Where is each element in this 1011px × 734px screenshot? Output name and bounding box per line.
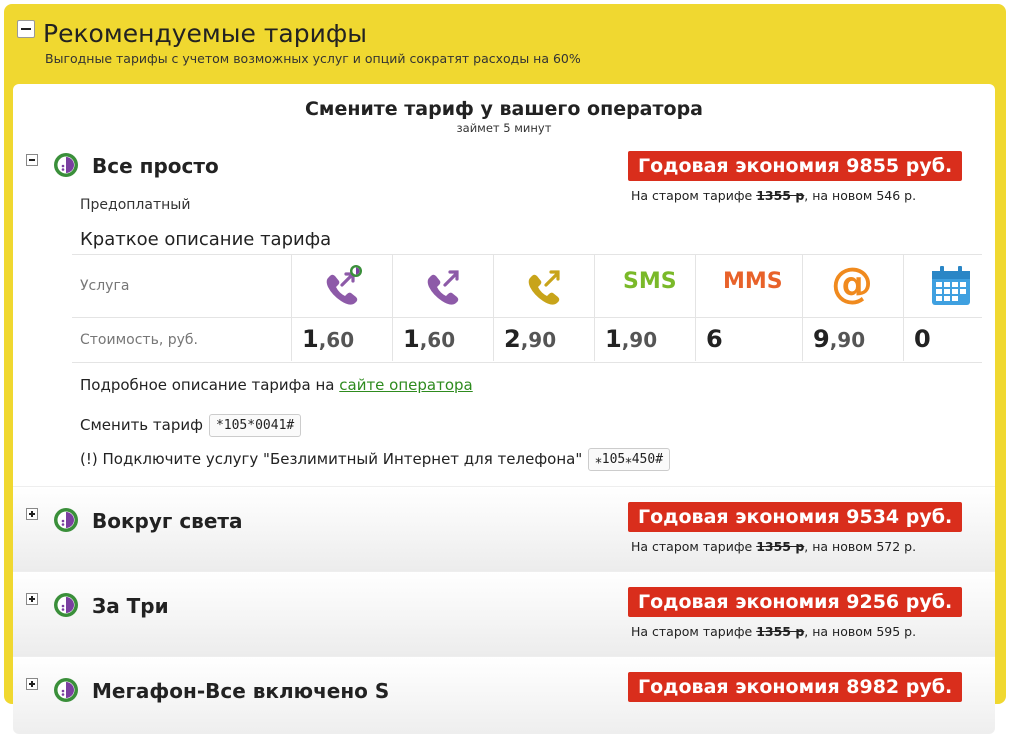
cta-title: Смените тариф у вашего оператора bbox=[304, 98, 703, 120]
calendar-icon bbox=[932, 266, 970, 305]
unlimited-internet-code[interactable]: ⁎105⁎450# bbox=[588, 448, 671, 471]
service-price: 1,90 bbox=[605, 325, 658, 353]
price-comparison: На старом тарифе 1355 р, на новом 546 р. bbox=[631, 188, 917, 203]
service-cell-internet: @ 9,90 bbox=[802, 255, 903, 361]
new-price: 572 р. bbox=[876, 539, 917, 554]
operator-site-link[interactable]: сайте оператора bbox=[339, 376, 472, 394]
expand-tariff-button[interactable] bbox=[26, 593, 38, 605]
annual-saving-badge: Годовая экономия 8982 руб. bbox=[628, 672, 963, 702]
service-cell-calendar: 0 bbox=[903, 255, 982, 361]
change-tariff-code[interactable]: *105*0041# bbox=[208, 414, 302, 437]
tariff-name[interactable]: Вокруг света bbox=[92, 509, 243, 533]
section-subtitle: Выгодные тарифы с учетом возможных услуг… bbox=[45, 51, 581, 66]
old-price: 1355 р bbox=[756, 624, 805, 639]
cta-subtitle: займет 5 минут bbox=[456, 121, 552, 135]
megafon-logo-icon bbox=[54, 593, 78, 617]
collapse-section-button[interactable] bbox=[17, 20, 35, 38]
tariff-name[interactable]: За Три bbox=[92, 594, 169, 618]
tariff-name[interactable]: Мегафон-Все включено S bbox=[92, 679, 389, 703]
service-cell-call-other: 2,90 bbox=[493, 255, 594, 361]
price-comparison: На старом тарифе 1355 р, на новом 572 р. bbox=[631, 539, 917, 554]
tariff-list-panel: Смените тариф у вашего оператора займет … bbox=[13, 84, 995, 734]
call-in-network-icon bbox=[326, 265, 362, 305]
service-cell-call-in-network: 1,60 bbox=[291, 255, 392, 361]
tariff-item-collapsed[interactable]: За Три Годовая экономия 9256 руб. На ста… bbox=[13, 571, 995, 657]
old-price: 1355 р bbox=[756, 539, 805, 554]
service-cell-call-out: 1,60 bbox=[392, 255, 493, 361]
megafon-logo-icon bbox=[54, 153, 78, 177]
tariff-item-collapsed[interactable]: Вокруг света Годовая экономия 9534 руб. … bbox=[13, 486, 995, 572]
unlimited-internet-note: (!) Подключите услугу "Безлимитный Интер… bbox=[80, 448, 671, 471]
service-cell-mms: MMS 6 bbox=[695, 255, 802, 361]
mms-icon: MMS bbox=[723, 269, 783, 294]
annual-saving-badge: Годовая экономия 9534 руб. bbox=[628, 502, 963, 532]
tariff-item-collapsed[interactable]: Мегафон-Все включено S Годовая экономия … bbox=[13, 656, 995, 734]
recommended-tariffs-panel: Рекомендуемые тарифы Выгодные тарифы с у… bbox=[4, 4, 1006, 734]
service-price: 1,60 bbox=[403, 325, 456, 353]
services-table: Услуга Стоимость, руб. 1,60 1,60 2,90 SM… bbox=[72, 254, 982, 363]
collapse-tariff-button[interactable] bbox=[26, 154, 38, 166]
old-price: 1355 р bbox=[756, 188, 805, 203]
megafon-logo-icon bbox=[54, 678, 78, 702]
service-price: 0 bbox=[914, 325, 931, 353]
call-out-icon bbox=[427, 270, 459, 305]
annual-saving-badge: Годовая экономия 9855 руб. bbox=[628, 151, 963, 181]
sms-icon: SMS bbox=[623, 269, 677, 294]
new-price: 546 р. bbox=[876, 188, 917, 203]
price-comparison: На старом тарифе 1355 р, на новом 595 р. bbox=[631, 624, 917, 639]
tariff-type: Предоплатный bbox=[80, 197, 191, 213]
call-other-operator-icon bbox=[528, 270, 560, 305]
service-price: 6 bbox=[706, 325, 723, 353]
internet-at-icon: @ bbox=[831, 258, 873, 307]
expand-tariff-button[interactable] bbox=[26, 508, 38, 520]
expand-tariff-button[interactable] bbox=[26, 678, 38, 690]
service-cell-sms: SMS 1,90 bbox=[594, 255, 695, 361]
detail-description-line: Подробное описание тарифа на сайте опера… bbox=[80, 376, 473, 394]
cost-row-label: Стоимость, руб. bbox=[80, 332, 198, 348]
service-price: 9,90 bbox=[813, 325, 866, 353]
section-title: Рекомендуемые тарифы bbox=[43, 19, 367, 48]
annual-saving-badge: Годовая экономия 9256 руб. bbox=[628, 587, 963, 617]
megafon-logo-icon bbox=[54, 508, 78, 532]
tariff-name[interactable]: Все просто bbox=[92, 154, 219, 178]
new-price: 595 р. bbox=[876, 624, 917, 639]
service-price: 1,60 bbox=[302, 325, 355, 353]
service-row-label: Услуга bbox=[80, 278, 130, 294]
short-description-heading: Краткое описание тарифа bbox=[80, 229, 332, 250]
service-price: 2,90 bbox=[504, 325, 557, 353]
change-tariff-line: Сменить тариф *105*0041# bbox=[80, 414, 302, 437]
